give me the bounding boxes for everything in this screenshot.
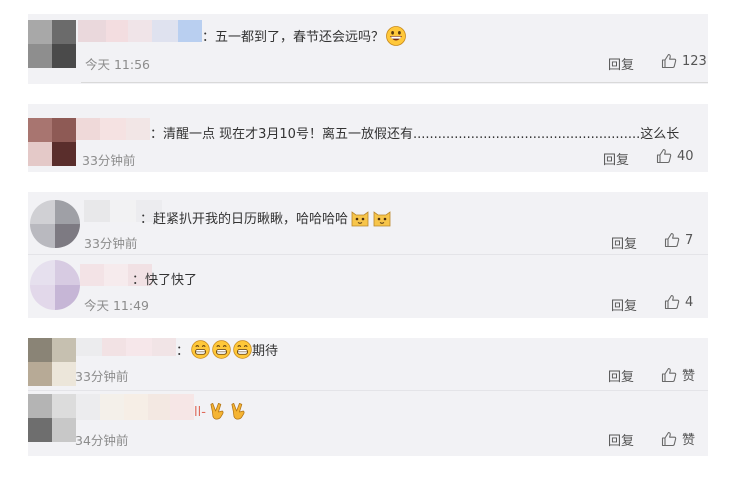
like-button[interactable]: 4 <box>664 294 693 310</box>
username[interactable] <box>76 394 194 420</box>
avatar[interactable] <box>30 200 80 248</box>
like-count: 赞 <box>682 369 696 384</box>
comment-time: 33分钟前 <box>75 369 129 384</box>
comment-time: 今天 11:56 <box>85 57 150 72</box>
comment-time: 34分钟前 <box>75 433 129 448</box>
like-count: 4 <box>685 294 694 310</box>
avatar[interactable] <box>28 338 76 386</box>
like-count: 7 <box>685 232 694 248</box>
avatar[interactable] <box>28 118 76 166</box>
comment-card: ：清醒一点 现在才3月10号！离五一放假还有..................… <box>28 104 708 172</box>
thumbs-up-icon <box>661 53 677 69</box>
comment-time: 33分钟前 <box>84 236 138 251</box>
cat-emoji-icon <box>373 211 391 227</box>
thumbs-up-icon <box>661 367 677 382</box>
grin-emoji-icon <box>386 26 406 46</box>
divider <box>28 254 708 255</box>
reply-button[interactable]: 回复 <box>603 149 629 168</box>
avatar[interactable] <box>30 260 80 310</box>
comment-card: ：五一都到了，春节还会远吗？ 今天 11:56 回复 123 <box>28 14 708 84</box>
comment-text: ：清醒一点 现在才3月10号！离五一放假还有..................… <box>150 127 680 142</box>
comment-time: 33分钟前 <box>82 153 136 168</box>
comment-text: ：赶紧扒开我的日历瞅瞅，哈哈哈哈 <box>140 208 392 228</box>
comment-text: ll- <box>194 401 248 421</box>
thumbs-up-icon <box>661 431 677 446</box>
like-button[interactable]: 赞 <box>661 429 695 448</box>
avatar[interactable] <box>28 20 76 68</box>
like-button[interactable]: 7 <box>664 232 693 248</box>
like-button[interactable]: 赞 <box>661 365 695 384</box>
grin-emoji-icon <box>191 340 210 359</box>
thumbs-up-icon <box>656 148 672 164</box>
like-count: 赞 <box>682 433 696 448</box>
reply-button[interactable]: 回复 <box>608 54 634 73</box>
thumbs-up-icon <box>664 232 680 248</box>
reply-button[interactable]: 回复 <box>608 366 634 385</box>
victory-hand-emoji-icon <box>210 403 224 420</box>
cat-emoji-icon <box>351 211 369 227</box>
reply-button[interactable]: 回复 <box>608 430 634 449</box>
reply-button[interactable]: 回复 <box>611 295 637 314</box>
thumbs-up-icon <box>664 294 680 310</box>
grin-emoji-icon <box>212 340 231 359</box>
victory-hand-emoji-icon <box>231 403 245 420</box>
like-button[interactable]: 123 <box>661 53 707 69</box>
like-count: 40 <box>677 148 694 164</box>
divider <box>81 82 708 83</box>
username[interactable] <box>76 338 176 356</box>
avatar[interactable] <box>28 394 76 442</box>
like-button[interactable]: 40 <box>656 148 694 164</box>
comment-text: ：期待 <box>176 340 278 359</box>
username[interactable] <box>78 20 202 42</box>
grin-emoji-icon <box>233 340 252 359</box>
comment-text: ：五一都到了，春节还会远吗？ <box>202 26 406 46</box>
comment-card: ：期待 33分钟前 回复 赞 ll- 34分钟前 回复 赞 <box>28 338 708 456</box>
comment-card: ：赶紧扒开我的日历瞅瞅，哈哈哈哈 33分钟前 回复 7 ：快了快了 今天 11:… <box>28 192 708 318</box>
username[interactable] <box>76 118 150 140</box>
like-count: 123 <box>682 53 707 69</box>
comment-time: 今天 11:49 <box>84 298 149 313</box>
reply-button[interactable]: 回复 <box>611 233 637 252</box>
divider <box>28 390 708 391</box>
comment-text: ：快了快了 <box>132 273 198 288</box>
